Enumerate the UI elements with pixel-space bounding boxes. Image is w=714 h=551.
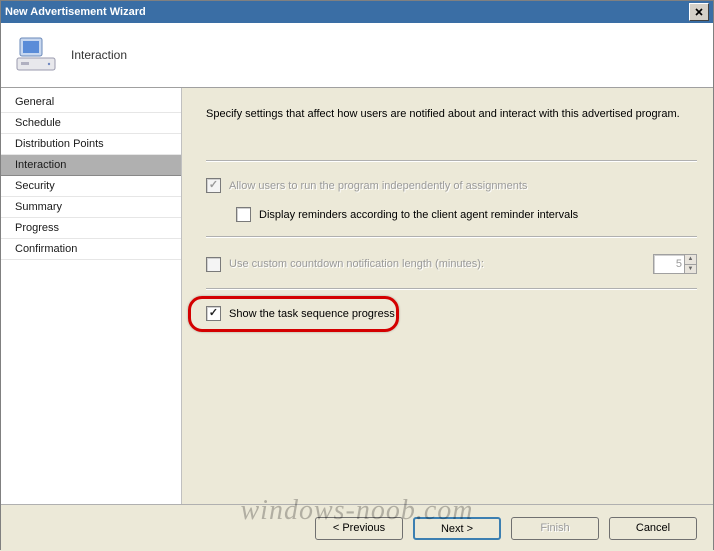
- countdown-input: [654, 255, 684, 273]
- wizard-header: Interaction: [1, 23, 713, 88]
- computer-icon: [15, 34, 57, 76]
- label-display-reminders: Display reminders according to the clien…: [259, 209, 578, 221]
- option-allow-independent: Allow users to run the program independe…: [206, 178, 697, 193]
- sidebar-item-security[interactable]: Security: [1, 176, 181, 197]
- checkbox-show-progress[interactable]: [206, 306, 221, 321]
- close-icon: [695, 8, 703, 16]
- countdown-spinner: ▲ ▼: [653, 254, 697, 274]
- content-panel: Specify settings that affect how users a…: [182, 88, 713, 504]
- checkbox-custom-countdown: [206, 257, 221, 272]
- divider: [206, 160, 697, 162]
- finish-button: Finish: [511, 517, 599, 540]
- intro-text: Specify settings that affect how users a…: [206, 108, 697, 120]
- sidebar-item-summary[interactable]: Summary: [1, 197, 181, 218]
- sidebar-item-distribution-points[interactable]: Distribution Points: [1, 134, 181, 155]
- page-title: Interaction: [71, 48, 127, 62]
- title-bar: New Advertisement Wizard: [1, 1, 713, 23]
- sidebar: GeneralScheduleDistribution PointsIntera…: [1, 88, 182, 504]
- wizard-footer: < Previous Next > Finish Cancel: [1, 504, 713, 551]
- close-button[interactable]: [689, 3, 709, 21]
- divider: [206, 236, 697, 238]
- spinner-arrows: ▲ ▼: [684, 255, 696, 273]
- checkbox-allow-independent: [206, 178, 221, 193]
- sidebar-item-general[interactable]: General: [1, 92, 181, 113]
- sidebar-item-interaction[interactable]: Interaction: [1, 155, 181, 176]
- wizard-body: GeneralScheduleDistribution PointsIntera…: [1, 88, 713, 504]
- sidebar-item-confirmation[interactable]: Confirmation: [1, 239, 181, 260]
- label-custom-countdown: Use custom countdown notification length…: [229, 258, 484, 270]
- spinner-down-icon: ▼: [685, 265, 696, 274]
- option-custom-countdown: Use custom countdown notification length…: [206, 254, 697, 274]
- option-display-reminders[interactable]: Display reminders according to the clien…: [206, 207, 697, 222]
- window-title: New Advertisement Wizard: [5, 6, 146, 18]
- label-allow-independent: Allow users to run the program independe…: [229, 180, 527, 192]
- option-show-progress[interactable]: Show the task sequence progress: [206, 306, 697, 321]
- checkbox-display-reminders[interactable]: [236, 207, 251, 222]
- sidebar-item-progress[interactable]: Progress: [1, 218, 181, 239]
- cancel-button[interactable]: Cancel: [609, 517, 697, 540]
- next-button[interactable]: Next >: [413, 517, 501, 540]
- spinner-up-icon: ▲: [685, 255, 696, 265]
- sidebar-item-schedule[interactable]: Schedule: [1, 113, 181, 134]
- label-show-progress: Show the task sequence progress: [229, 308, 395, 320]
- divider: [206, 288, 697, 290]
- previous-button[interactable]: < Previous: [315, 517, 403, 540]
- wizard-window: New Advertisement Wizard Interaction Gen…: [0, 0, 714, 550]
